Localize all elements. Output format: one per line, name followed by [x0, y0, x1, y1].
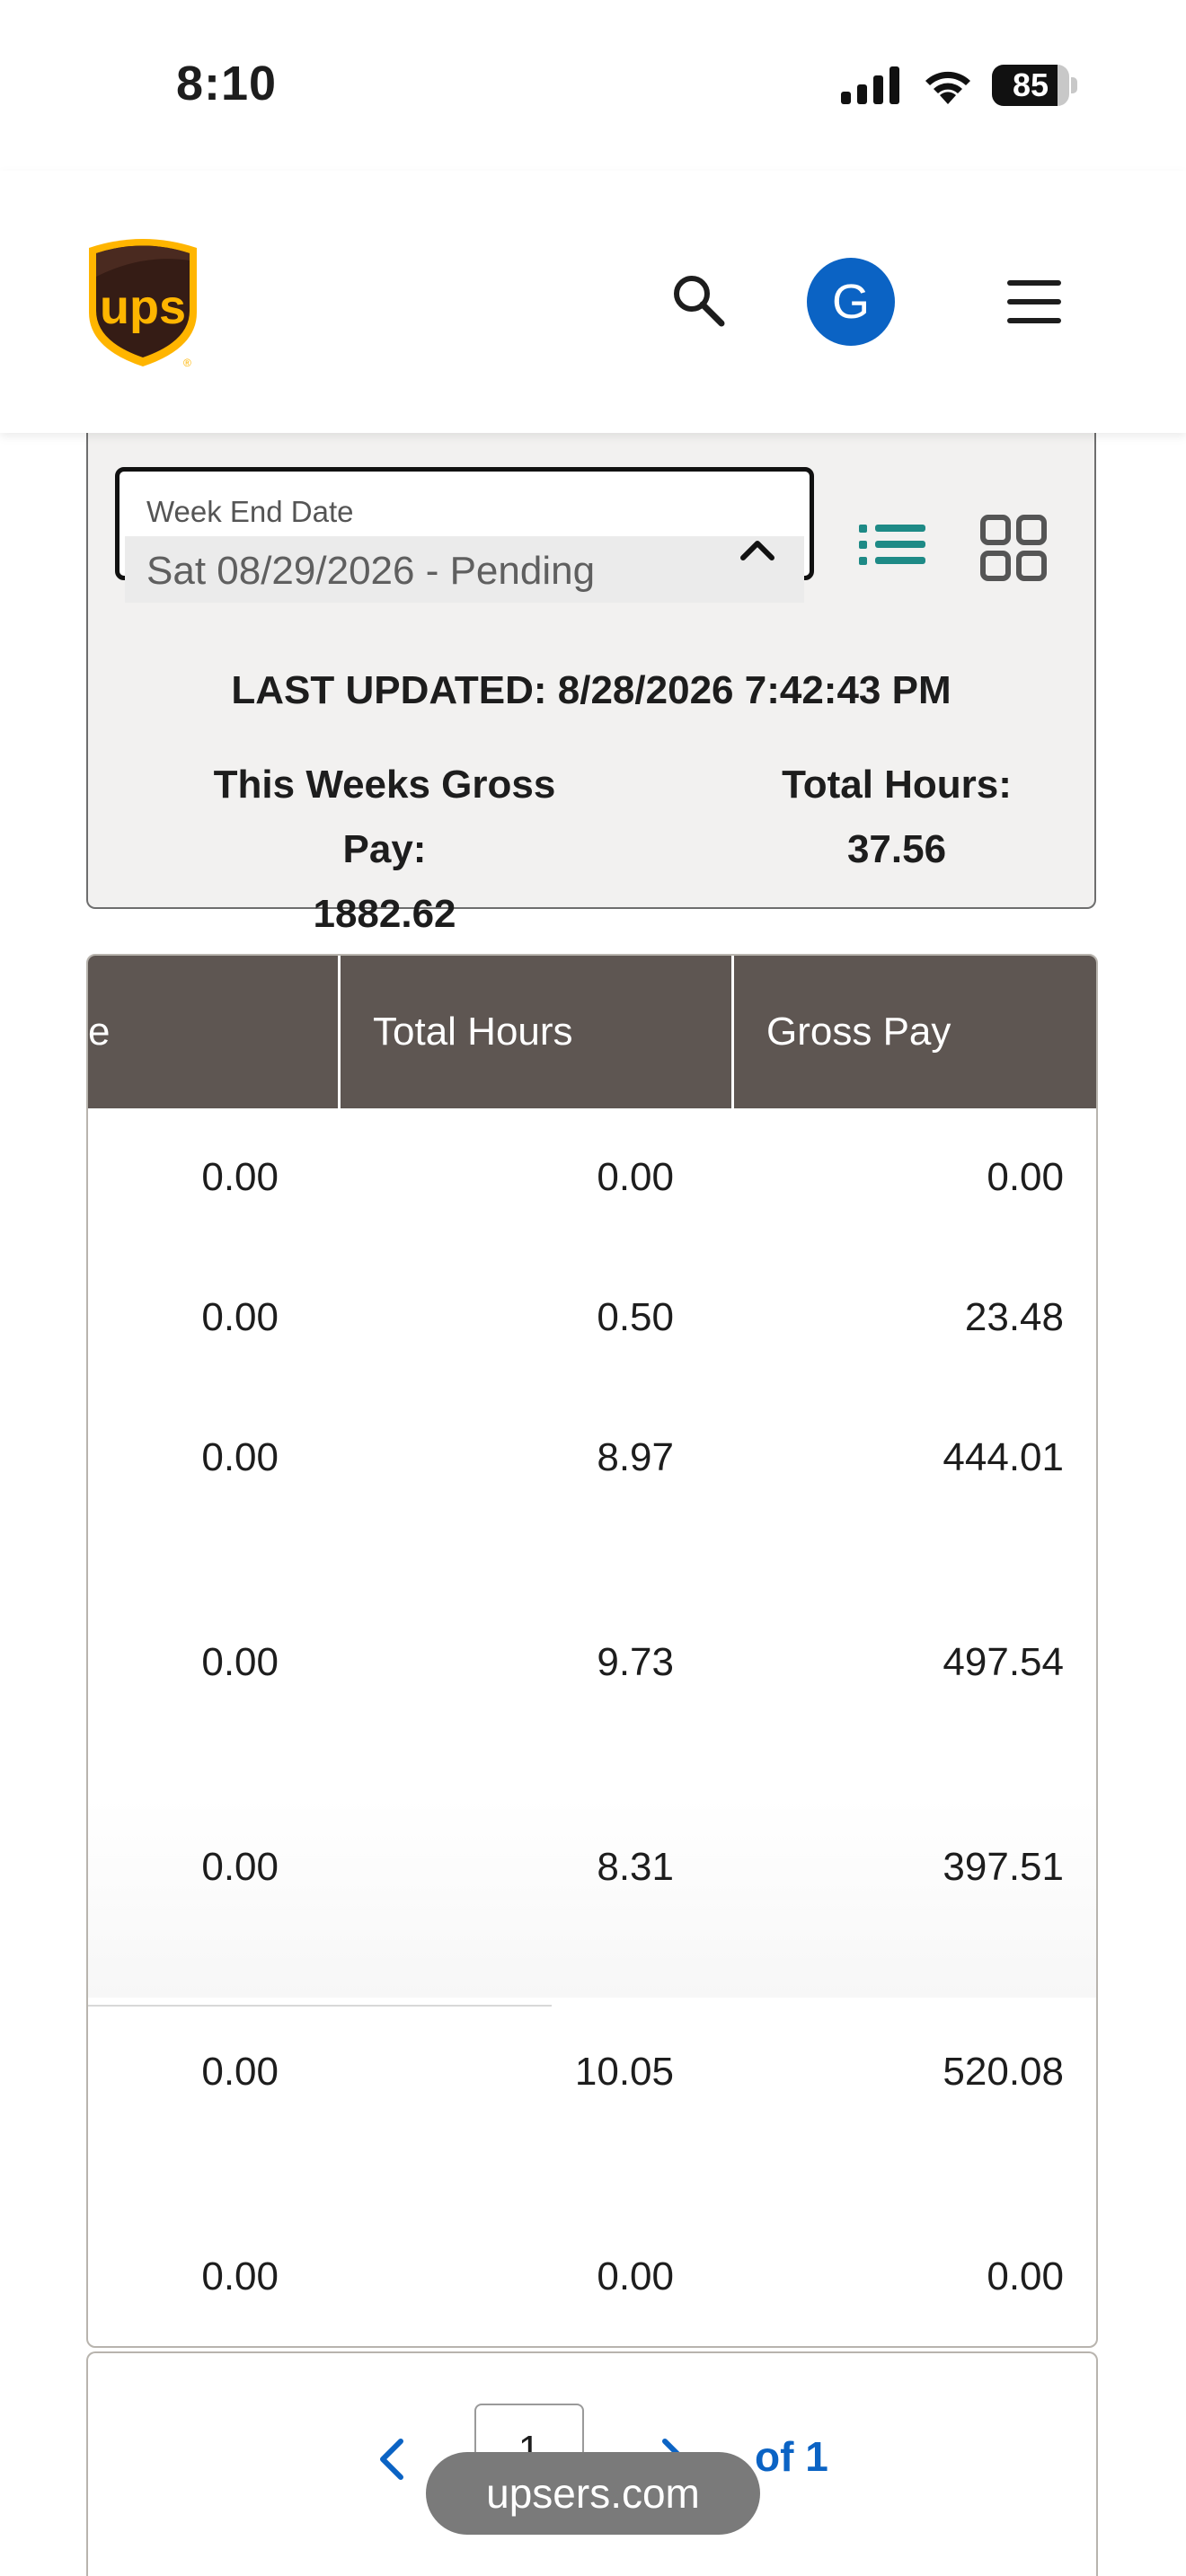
table-cell: 8.31 [597, 1845, 674, 1889]
table-cell: 8.97 [597, 1435, 674, 1479]
gross-pay-value: 1882.62 [313, 892, 456, 936]
table-cell: 0.00 [201, 1295, 279, 1339]
ups-logo[interactable]: ups ® [84, 235, 201, 370]
table-cell: 23.48 [964, 1295, 1064, 1339]
status-bar: 8:10 85 [0, 0, 1186, 171]
chevron-left-icon[interactable] [374, 2432, 410, 2486]
table-cell: 0.00 [201, 1845, 279, 1889]
gross-pay-label: This Weeks Gross Pay: [213, 763, 556, 871]
column-header-gross-pay[interactable]: Gross Pay [731, 956, 1096, 1108]
table-cell: 10.05 [574, 2050, 674, 2094]
column-header-total-hours[interactable]: Total Hours [338, 956, 733, 1108]
chevron-up-icon [740, 541, 774, 560]
table-cell: 0.00 [597, 2254, 674, 2298]
last-updated: LAST UPDATED: 8/28/2026 7:42:43 PM [231, 668, 951, 712]
table-cell: 9.73 [597, 1640, 674, 1684]
svg-text:®: ® [183, 357, 191, 369]
total-hours-value: 37.56 [846, 827, 947, 871]
grid-view-icon[interactable] [979, 514, 1048, 582]
table-cell: 397.51 [943, 1845, 1064, 1889]
table-cell: 444.01 [943, 1435, 1064, 1479]
column-header-truncated[interactable]: e [88, 956, 110, 1108]
status-time: 8:10 [176, 57, 278, 110]
week-select-value: Sat 08/29/2026 - Pending [146, 549, 596, 593]
week-select-label: Week End Date [146, 495, 354, 528]
pay-table[interactable]: e Total Hours Gross Pay 0.00 0.00 0.00 0… [86, 954, 1098, 2348]
table-header-row: e Total Hours Gross Pay [88, 956, 1096, 1108]
wifi-icon [925, 71, 970, 104]
table-cell: 497.54 [943, 1640, 1064, 1684]
total-hours-summary: Total Hours: 37.56 [753, 753, 1040, 882]
table-cell: 0.00 [987, 2254, 1064, 2298]
table-cell: 0.00 [201, 1640, 279, 1684]
table-cell: 0.00 [201, 1155, 279, 1199]
menu-icon[interactable] [1005, 277, 1064, 327]
search-icon[interactable] [669, 271, 729, 331]
page-count: of 1 [755, 2433, 828, 2480]
table-cell: 0.00 [987, 1155, 1064, 1199]
battery-level: 85 [1012, 66, 1049, 103]
list-view-icon[interactable] [859, 521, 927, 569]
browser-url-pill[interactable]: upsers.com [426, 2452, 760, 2535]
table-cell: 0.00 [201, 2254, 279, 2298]
avatar[interactable]: G [807, 258, 895, 346]
table-cell: 0.00 [597, 1155, 674, 1199]
table-cell: 0.00 [201, 1435, 279, 1479]
week-end-date-select[interactable]: Week End Date Sat 08/29/2026 - Pending [115, 467, 814, 603]
total-hours-label: Total Hours: [782, 763, 1012, 807]
table-cell: 0.50 [597, 1295, 674, 1339]
summary-card: Week End Date Sat 08/29/2026 - Pending L… [86, 433, 1096, 936]
table-cell: 0.00 [201, 2050, 279, 2094]
gross-pay-summary: This Weeks Gross Pay: 1882.62 [178, 753, 591, 947]
table-cell: 520.08 [943, 2050, 1064, 2094]
logo-wordmark: ups [100, 280, 186, 334]
app-header: ups ® G [0, 171, 1186, 433]
signal-icon [841, 66, 899, 104]
battery-icon: 85 [992, 65, 1078, 106]
